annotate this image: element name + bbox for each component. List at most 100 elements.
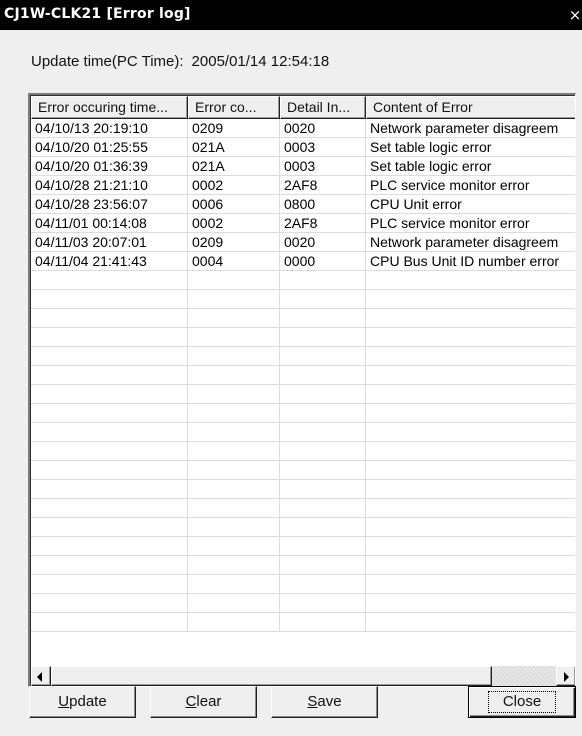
error-code-cell — [188, 271, 280, 289]
table-row[interactable]: 04/10/20 01:25:55 021A 0003 Set table logic… — [31, 138, 575, 157]
content-cell — [366, 537, 575, 555]
close-icon[interactable]: × — [568, 6, 582, 24]
error-time-cell: 04/11/01 00:14:08 — [31, 214, 188, 232]
column-header-content[interactable]: Content of Error — [366, 96, 575, 119]
empty-row — [31, 480, 575, 499]
column-header-error-time[interactable]: Error occuring time... — [31, 96, 188, 119]
error-code-cell — [188, 290, 280, 308]
detail-info-cell — [280, 499, 366, 517]
error-log-list[interactable]: Error occuring time... Error co... Detai… — [28, 93, 576, 687]
error-log-window: CJ1W-CLK21 [Error log] × Update time(PC … — [0, 0, 582, 736]
content-cell — [366, 594, 575, 612]
detail-info-cell — [280, 290, 366, 308]
empty-row — [31, 271, 575, 290]
content-cell: Network parameter disagreem — [370, 234, 559, 250]
table-row[interactable]: 04/11/01 00:14:08 0002 2AF8 PLC service mon… — [31, 214, 575, 233]
content-cell: Set table logic error — [370, 139, 492, 155]
content-cell — [366, 271, 575, 289]
table-row[interactable]: 04/10/20 01:36:39 021A 0003 Set table logic… — [31, 157, 575, 176]
error-code-cell — [188, 404, 280, 422]
scroll-left-button[interactable] — [31, 666, 51, 686]
detail-info-cell — [280, 328, 366, 346]
content-cell — [366, 309, 575, 327]
error-code-cell — [188, 575, 280, 593]
empty-row — [31, 366, 575, 385]
error-time-cell — [31, 290, 188, 308]
table-row[interactable]: 04/10/13 20:19:10 0209 0020 Network paramet… — [31, 119, 575, 138]
list-header: Error occuring time... Error co... Detai… — [31, 96, 575, 119]
error-time-cell — [31, 347, 188, 365]
error-code-cell — [188, 461, 280, 479]
update-button[interactable]: Update — [29, 686, 136, 718]
detail-info-cell: 2AF8 — [280, 214, 366, 232]
table-row[interactable]: 04/10/28 21:21:10 0002 2AF8 PLC service mon… — [31, 176, 575, 195]
scrollbar-thumb[interactable] — [51, 666, 492, 686]
error-code-cell: 0006 — [188, 195, 280, 213]
detail-info-cell — [280, 271, 366, 289]
error-code-cell — [188, 518, 280, 536]
empty-row — [31, 385, 575, 404]
empty-row — [31, 347, 575, 366]
clear-button[interactable]: Clear — [150, 686, 257, 718]
detail-info-cell — [280, 613, 366, 631]
error-code-cell — [188, 423, 280, 441]
table-row[interactable]: 04/10/28 23:56:07 0006 0800 CPU Unit error — [31, 195, 575, 214]
save-button[interactable]: Save — [271, 686, 378, 718]
error-code-cell — [188, 366, 280, 384]
empty-row — [31, 290, 575, 309]
error-time-cell — [31, 613, 188, 631]
detail-info-cell: 0003 — [280, 138, 366, 156]
column-header-error-code[interactable]: Error co... — [188, 96, 280, 119]
error-time-cell: 04/11/03 20:07:01 — [31, 233, 188, 251]
empty-row — [31, 556, 575, 575]
empty-row — [31, 537, 575, 556]
error-time-cell — [31, 518, 188, 536]
content-cell — [366, 575, 575, 593]
table-row[interactable]: 04/11/04 21:41:43 0004 0000 CPU Bus Unit ID… — [31, 252, 575, 271]
detail-info-cell — [280, 423, 366, 441]
detail-info-cell — [280, 404, 366, 422]
error-code-cell — [188, 385, 280, 403]
update-button-mnemonic: U — [58, 693, 70, 710]
empty-row — [31, 442, 575, 461]
scroll-right-button[interactable] — [556, 666, 575, 686]
horizontal-scrollbar[interactable] — [31, 666, 575, 686]
error-code-cell — [188, 347, 280, 365]
detail-info-cell — [280, 461, 366, 479]
column-header-detail-info[interactable]: Detail In... — [280, 96, 366, 119]
detail-info-cell: 2AF8 — [280, 176, 366, 194]
content-cell: PLC service monitor error — [370, 177, 530, 193]
detail-info-cell: 0003 — [280, 157, 366, 175]
close-button[interactable]: Close — [468, 686, 576, 718]
update-time: Update time(PC Time): 2005/01/14 12:54:18 — [31, 53, 329, 70]
empty-row — [31, 404, 575, 423]
content-cell: Network parameter disagreem — [370, 120, 559, 136]
content-cell — [366, 366, 575, 384]
empty-row — [31, 423, 575, 442]
content-cell — [366, 613, 575, 631]
content-cell — [366, 290, 575, 308]
error-time-cell — [31, 575, 188, 593]
detail-info-cell: 0800 — [280, 195, 366, 213]
detail-info-cell: 0020 — [280, 119, 366, 137]
error-code-cell — [188, 480, 280, 498]
content-cell — [366, 518, 575, 536]
error-time-cell — [31, 499, 188, 517]
error-time-cell — [31, 594, 188, 612]
error-code-cell: 0004 — [188, 252, 280, 270]
error-code-cell — [188, 556, 280, 574]
error-code-cell: 0209 — [188, 119, 280, 137]
error-time-cell — [31, 385, 188, 403]
table-row[interactable]: 04/11/03 20:07:01 0209 0020 Network paramet… — [31, 233, 575, 252]
detail-info-cell — [280, 347, 366, 365]
error-time-cell — [31, 480, 188, 498]
error-code-cell — [188, 613, 280, 631]
error-code-cell — [188, 499, 280, 517]
error-time-cell — [31, 461, 188, 479]
detail-info-cell — [280, 385, 366, 403]
detail-info-cell — [280, 518, 366, 536]
detail-info-cell — [280, 594, 366, 612]
error-time-cell — [31, 271, 188, 289]
title-bar[interactable]: CJ1W-CLK21 [Error log] × — [0, 0, 582, 30]
content-cell — [366, 480, 575, 498]
